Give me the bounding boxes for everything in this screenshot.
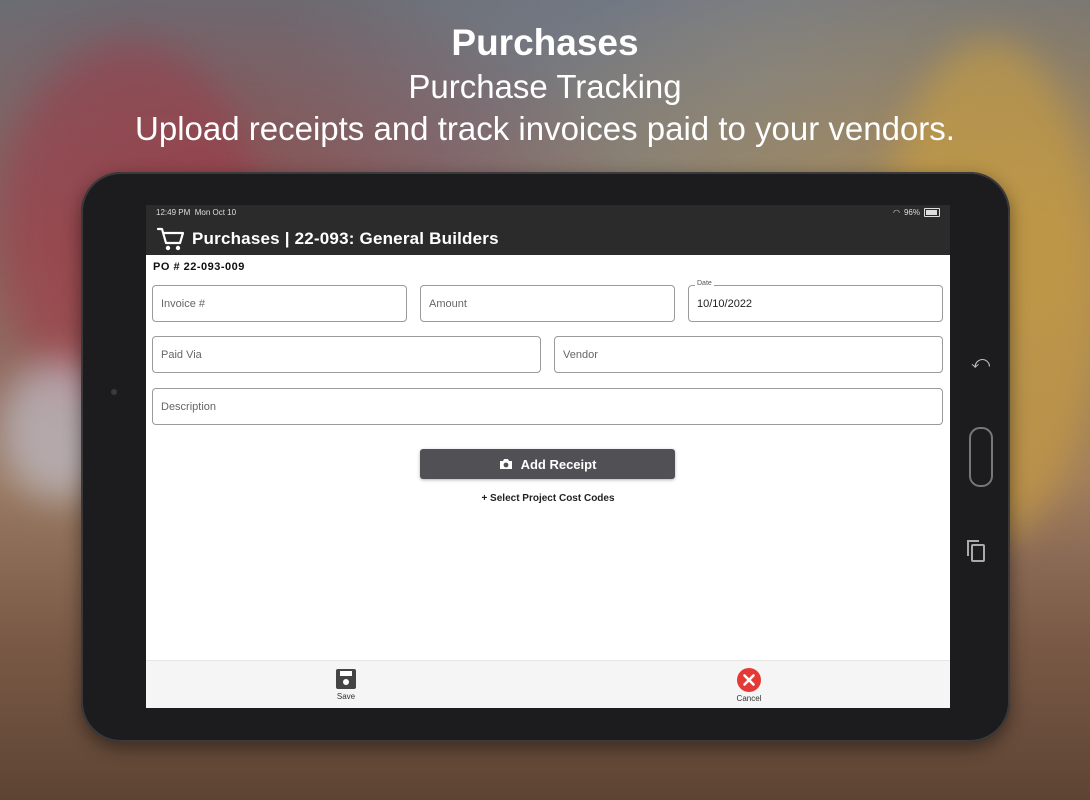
save-button[interactable]: Save	[316, 668, 376, 701]
po-number: PO # 22-093-009	[153, 261, 245, 273]
app-bar-title: Purchases | 22-093: General Builders	[192, 229, 499, 248]
description-field[interactable]	[152, 388, 943, 425]
status-bar: 12:49 PM Mon Oct 10 ◠ 96%	[146, 205, 950, 221]
battery-percent: 96%	[903, 208, 920, 217]
hero-title: Purchases	[451, 22, 639, 63]
cart-icon	[156, 227, 185, 251]
camera-icon	[499, 459, 512, 469]
amount-input[interactable]	[421, 286, 674, 321]
vendor-field[interactable]	[554, 336, 943, 373]
status-time: 12:49 PM Mon Oct 10	[156, 208, 237, 217]
cancel-label: Cancel	[736, 694, 762, 703]
close-icon	[737, 668, 761, 692]
home-button[interactable]	[969, 427, 993, 487]
battery-icon	[924, 208, 940, 217]
add-receipt-label: Add Receipt	[520, 456, 597, 472]
invoice-input[interactable]	[153, 286, 406, 321]
date-field[interactable]: Date	[688, 280, 943, 322]
add-receipt-button[interactable]: Add Receipt	[420, 449, 675, 479]
invoice-field[interactable]	[152, 285, 407, 322]
date-label: Date	[695, 280, 714, 287]
cancel-button[interactable]: Cancel	[719, 668, 779, 703]
date-input[interactable]	[689, 286, 942, 321]
app-bar: Purchases | 22-093: General Builders	[146, 221, 950, 255]
select-cost-codes-link[interactable]: + Select Project Cost Codes	[146, 493, 950, 504]
hero-subtitle: Purchase Tracking	[408, 68, 682, 105]
save-icon	[336, 669, 356, 689]
description-input[interactable]	[153, 389, 942, 424]
back-icon[interactable]: ⤺	[971, 352, 990, 373]
hero-description: Upload receipts and track invoices paid …	[135, 110, 955, 147]
vendor-input[interactable]	[555, 337, 942, 372]
front-camera	[111, 389, 117, 395]
paid-via-field[interactable]	[152, 336, 541, 373]
wifi-icon: ◠	[893, 208, 900, 217]
amount-field[interactable]	[420, 285, 675, 322]
save-label: Save	[336, 692, 356, 701]
paid-via-input[interactable]	[153, 337, 540, 372]
app-screen: 12:49 PM Mon Oct 10 ◠ 96% Purchases | 22…	[146, 205, 950, 708]
bottom-bar: Save Cancel	[146, 660, 950, 708]
recent-apps-icon[interactable]	[967, 540, 985, 562]
status-right: ◠ 96%	[893, 208, 940, 217]
